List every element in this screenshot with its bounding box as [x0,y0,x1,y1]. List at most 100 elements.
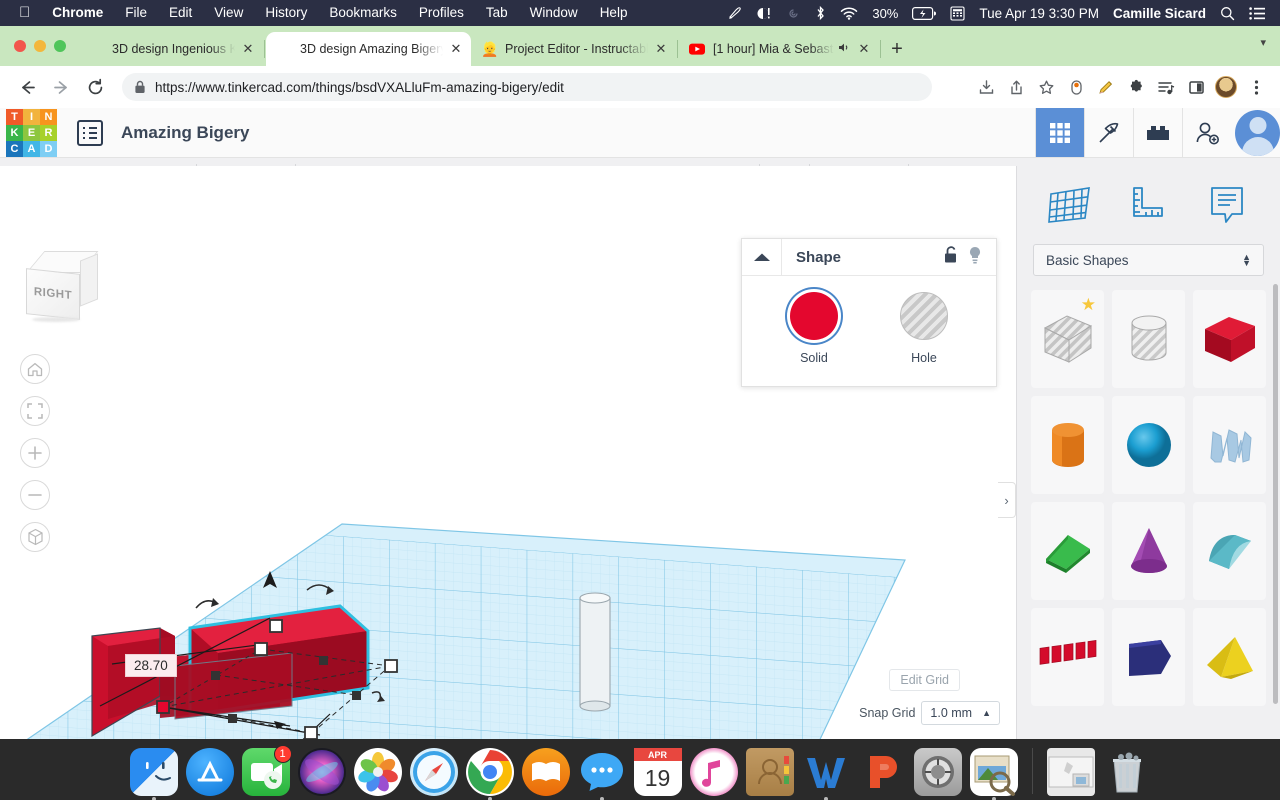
ruler-icon[interactable] [1122,181,1174,229]
menu-tab[interactable]: Tab [475,0,519,26]
perspective-toggle-icon[interactable] [20,522,50,552]
install-icon[interactable] [972,73,1000,101]
list-menu-icon[interactable] [77,119,103,146]
dock-powerpoint[interactable] [858,748,906,796]
tab-close-icon[interactable]: ✕ [654,41,668,57]
sidebar-scrollbar[interactable] [1273,284,1278,704]
menu-window[interactable]: Window [519,0,589,26]
collapse-caret-icon[interactable] [742,239,782,275]
shape-category-select[interactable]: Basic Shapes ▲ ▼ [1033,244,1264,276]
shape-roof-teal[interactable] [1193,502,1266,600]
tinkercad-logo[interactable]: T I N K E R C A D [6,108,57,157]
dock-books[interactable] [521,748,570,796]
dock-downloads-stack[interactable] [1046,748,1095,796]
dock-preview[interactable] [969,748,1018,800]
menu-chrome[interactable]: Chrome [41,0,114,26]
tab-close-icon[interactable]: ✕ [241,41,255,57]
dock-finder[interactable] [129,748,178,800]
record-icon[interactable] [1062,73,1090,101]
menu-view[interactable]: View [203,0,254,26]
zoom-out-icon[interactable] [20,480,50,510]
tab-close-icon[interactable]: ✕ [449,41,463,57]
extensions-icon[interactable] [1122,73,1150,101]
dock-trash[interactable] [1103,748,1151,796]
shape-cylinder-orange[interactable] [1031,396,1104,494]
menubar-username[interactable]: Camille Sicard [1106,0,1213,26]
dock-itunes[interactable] [689,748,738,796]
new-tab-button[interactable]: + [882,32,912,66]
search-icon[interactable] [1213,0,1242,26]
shape-wedge-green[interactable] [1031,502,1104,600]
tab-3d-design-ingenious-kieran[interactable]: 3D design Ingenious Kieran | Ti ✕ [78,32,263,66]
spiral-icon[interactable] [779,0,808,26]
reload-icon[interactable] [78,70,112,104]
battery-icon[interactable] [905,0,943,26]
user-avatar[interactable] [1231,108,1280,157]
tab-search-chevron-icon[interactable]: ▾ [1260,36,1266,49]
unlock-icon[interactable] [942,245,960,270]
dock-system-preferences[interactable] [913,748,962,796]
tab-close-icon[interactable]: ✕ [857,41,871,57]
page-title[interactable]: Amazing Bigery [121,123,249,143]
grid-apps-icon[interactable] [1035,108,1084,157]
menubar-datetime[interactable]: Tue Apr 19 3:30 PM [972,0,1106,26]
tab-project-editor-instructables[interactable]: 👱 Project Editor - Instructables ✕ [471,32,676,66]
bluetooth-icon[interactable] [808,0,833,26]
menu-help[interactable]: Help [589,0,639,26]
wifi-icon[interactable] [833,0,865,26]
sidepanel-icon[interactable] [1182,73,1210,101]
snap-grid-select[interactable]: 1.0 mm ▲ [921,701,1000,725]
menu-kebab-icon[interactable] [1242,73,1270,101]
shape-polygon-navy[interactable] [1112,608,1185,706]
dock-word[interactable] [802,748,850,800]
sidebar-collapse-toggle[interactable]: › [998,482,1016,518]
close-window-button[interactable] [14,40,26,52]
control-center-icon[interactable] [1242,0,1272,26]
view-cube-front-face[interactable]: RIGHT [26,268,80,320]
menu-profiles[interactable]: Profiles [408,0,475,26]
workplane-icon[interactable] [1044,181,1096,229]
shape-pyramid-yellow[interactable] [1193,608,1266,706]
lightbulb-icon[interactable] [966,245,984,270]
dock-facetime[interactable]: 1 [241,745,292,796]
rocket-icon[interactable] [720,0,750,26]
pencil-icon[interactable] [1092,73,1120,101]
playlist-icon[interactable] [1152,73,1180,101]
invite-person-icon[interactable] [1182,108,1231,157]
dimension-width-label[interactable]: 28.70 [125,654,177,677]
bookmark-star-icon[interactable] [1032,73,1060,101]
shape-text-red[interactable] [1031,608,1104,706]
profile-avatar[interactable] [1212,73,1240,101]
maximize-window-button[interactable] [54,40,66,52]
menu-history[interactable]: History [254,0,318,26]
apple-logo-icon[interactable]:  [8,1,41,25]
forward-arrow-icon[interactable] [44,70,78,104]
zoom-in-icon[interactable] [20,438,50,468]
view-cube[interactable]: RIGHT [20,251,99,323]
dock-safari[interactable] [409,748,458,796]
dock-contacts[interactable] [745,748,794,796]
dock-photos[interactable] [353,748,402,796]
keyboard-icon[interactable] [943,0,972,26]
tab-mute-icon[interactable] [838,41,851,57]
dock-chrome[interactable] [465,748,514,800]
view-cube-side-face[interactable] [80,253,98,307]
shape-scribble-lightblue[interactable] [1193,396,1266,494]
dock-siri[interactable] [297,748,346,796]
edit-grid-button[interactable]: Edit Grid [889,669,960,691]
shape-box-hole[interactable]: ★ [1031,290,1104,388]
share-icon[interactable] [1002,73,1030,101]
menu-file[interactable]: File [114,0,158,26]
blocks-icon[interactable] [1133,108,1182,157]
pickaxe-icon[interactable] [1084,108,1133,157]
menu-bookmarks[interactable]: Bookmarks [318,0,408,26]
dock-calendar[interactable]: APR 19 [633,748,682,796]
solid-option[interactable]: Solid [775,292,853,365]
address-bar[interactable]: https://www.tinkercad.com/things/bsdVXAL… [122,73,932,101]
shape-sphere-blue[interactable] [1112,396,1185,494]
dock-app-store[interactable] [185,748,234,796]
fit-to-view-icon[interactable] [20,396,50,426]
shape-box-red[interactable] [1193,290,1266,388]
note-icon[interactable] [1201,181,1253,229]
hole-option[interactable]: Hole [885,292,963,365]
